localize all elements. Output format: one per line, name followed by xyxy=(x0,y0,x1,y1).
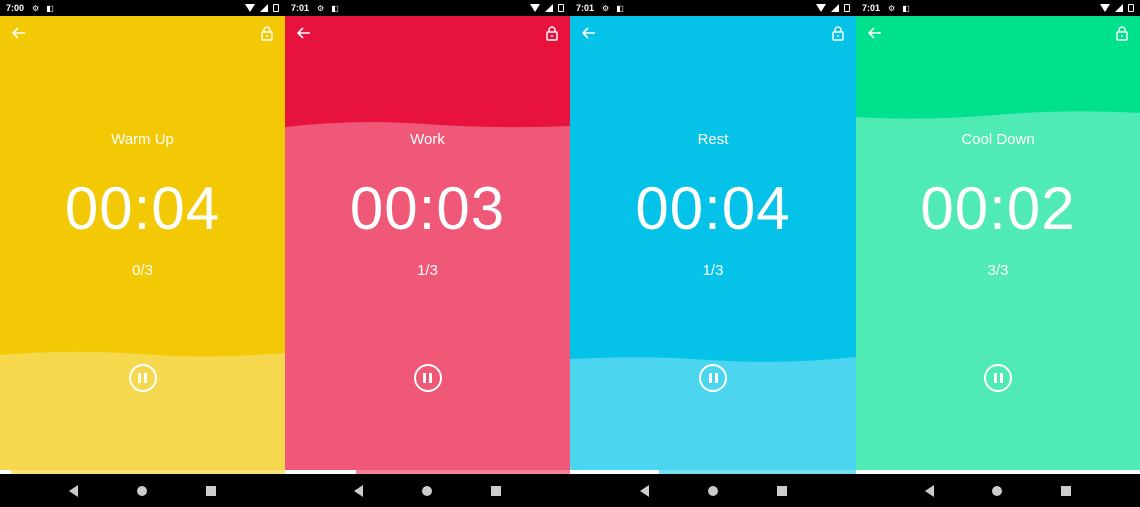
lock-icon[interactable] xyxy=(832,26,844,46)
countdown-timer: 00:02 xyxy=(920,175,1076,242)
wifi-icon xyxy=(1100,4,1110,12)
settings-icon: ⚙ xyxy=(32,3,40,13)
status-time: 7:01 xyxy=(576,3,595,13)
countdown-timer: 00:03 xyxy=(349,175,506,242)
back-arrow-icon[interactable] xyxy=(581,26,596,45)
nav-bar xyxy=(570,474,856,507)
lock-icon[interactable] xyxy=(546,26,558,46)
nav-recents-icon[interactable] xyxy=(1060,485,1071,496)
back-arrow-icon[interactable] xyxy=(867,26,882,45)
nav-recents-icon[interactable] xyxy=(490,485,501,496)
settings-icon: ⚙ xyxy=(888,3,896,13)
phone-screen-4: 7:01 ⚙ ◧ Cool Down 00:02 3/3 xyxy=(856,0,1140,507)
back-arrow-icon[interactable] xyxy=(296,26,311,45)
nav-bar xyxy=(285,474,570,507)
signal-icon xyxy=(1115,4,1123,12)
battery-icon xyxy=(1128,4,1134,12)
status-time: 7:01 xyxy=(862,3,881,13)
wifi-icon xyxy=(816,4,826,12)
timer-app: Warm Up 00:04 0/3 xyxy=(0,16,285,474)
wifi-icon xyxy=(245,4,255,12)
signal-icon xyxy=(831,4,839,12)
status-bar: 7:01 ⚙ ◧ xyxy=(570,0,856,16)
round-counter: 1/3 xyxy=(417,262,438,279)
nav-back-icon[interactable] xyxy=(354,484,364,497)
pause-icon[interactable] xyxy=(413,364,442,392)
round-counter: 0/3 xyxy=(132,262,153,279)
phase-label: Warm Up xyxy=(111,131,174,148)
status-bar: 7:01 ⚙ ◧ xyxy=(285,0,570,16)
battery-icon xyxy=(273,4,279,12)
nav-home-icon[interactable] xyxy=(421,485,432,496)
countdown-timer: 00:04 xyxy=(635,175,791,242)
nav-bar xyxy=(0,474,285,507)
timer-app: Work 00:03 1/3 xyxy=(285,16,570,474)
settings-icon: ⚙ xyxy=(317,3,325,13)
notification-icon: ◧ xyxy=(902,3,910,13)
phase-label: Cool Down xyxy=(961,131,1035,148)
nav-home-icon[interactable] xyxy=(136,485,147,496)
wifi-icon xyxy=(530,4,540,12)
nav-recents-icon[interactable] xyxy=(776,485,787,496)
status-time: 7:00 xyxy=(6,3,25,13)
phone-screen-2: 7:01 ⚙ ◧ Work 00:03 1/3 xyxy=(285,0,570,507)
nav-back-icon[interactable] xyxy=(639,484,649,497)
phase-label: Work xyxy=(410,131,445,148)
notification-icon: ◧ xyxy=(331,3,339,13)
notification-icon: ◧ xyxy=(616,3,624,13)
status-time: 7:01 xyxy=(291,3,310,13)
nav-back-icon[interactable] xyxy=(69,484,79,497)
phone-screen-3: 7:01 ⚙ ◧ Rest 00:04 1/3 xyxy=(570,0,856,507)
nav-back-icon[interactable] xyxy=(925,484,935,497)
nav-home-icon[interactable] xyxy=(707,485,718,496)
battery-icon xyxy=(558,4,564,12)
status-bar: 7:01 ⚙ ◧ xyxy=(856,0,1140,16)
phone-screen-1: 7:00 ⚙ ◧ Warm Up 00:04 0/3 xyxy=(0,0,285,507)
round-counter: 3/3 xyxy=(987,262,1009,279)
signal-icon xyxy=(260,4,268,12)
phase-label: Rest xyxy=(697,131,729,148)
notification-icon: ◧ xyxy=(46,3,54,13)
lock-icon[interactable] xyxy=(261,26,273,46)
nav-recents-icon[interactable] xyxy=(205,485,216,496)
nav-home-icon[interactable] xyxy=(992,485,1003,496)
signal-icon xyxy=(545,4,553,12)
pause-icon[interactable] xyxy=(984,364,1012,392)
nav-bar xyxy=(856,474,1140,507)
round-counter: 1/3 xyxy=(702,262,724,279)
pause-icon[interactable] xyxy=(699,364,727,392)
countdown-timer: 00:04 xyxy=(64,175,221,242)
settings-icon: ⚙ xyxy=(602,3,610,13)
lock-icon[interactable] xyxy=(1116,26,1128,46)
timer-app: Cool Down 00:02 3/3 xyxy=(856,16,1140,474)
timer-app: Rest 00:04 1/3 xyxy=(570,16,856,474)
battery-icon xyxy=(844,4,850,12)
status-bar: 7:00 ⚙ ◧ xyxy=(0,0,285,16)
pause-icon[interactable] xyxy=(128,364,157,392)
back-arrow-icon[interactable] xyxy=(11,26,26,45)
